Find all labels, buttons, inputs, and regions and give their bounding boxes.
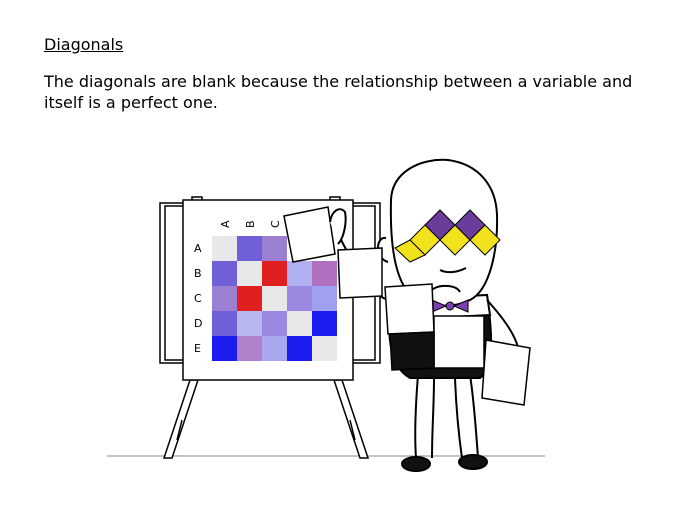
bowtie	[431, 299, 469, 313]
heatmap-row-label: D	[194, 317, 202, 330]
heatmap-cell	[212, 286, 237, 311]
heatmap-cell	[237, 236, 262, 261]
heatmap-column-label: C	[269, 220, 282, 228]
left-shoe	[401, 456, 431, 472]
heatmap-row-label: B	[194, 267, 202, 280]
heatmap-cell	[237, 261, 262, 286]
heatmap-cell	[237, 336, 262, 361]
heatmap-cell	[312, 286, 337, 311]
heatmap-cell	[312, 311, 337, 336]
heatmap-cell	[212, 336, 237, 361]
heatmap-cell	[312, 336, 337, 361]
heatmap-row-label: C	[194, 292, 202, 305]
heatmap-cell	[237, 286, 262, 311]
heatmap-cell	[287, 311, 312, 336]
heatmap-row-label: A	[194, 242, 202, 255]
heatmap-cell	[212, 236, 237, 261]
heatmap-cell	[287, 261, 312, 286]
heatmap-cell	[237, 311, 262, 336]
heatmap-cell	[212, 261, 237, 286]
right-shoe	[458, 454, 488, 470]
heatmap-cell	[212, 311, 237, 336]
heatmap-cell	[262, 286, 287, 311]
heatmap-cell	[287, 336, 312, 361]
illustration: ABCDE ABC	[107, 158, 545, 472]
heatmap-column-label: B	[244, 220, 257, 228]
heatmap-cell	[287, 286, 312, 311]
heatmap-cell	[262, 311, 287, 336]
heatmap-cell	[262, 236, 287, 261]
heatmap-column-label: A	[219, 220, 232, 228]
heatmap-cell	[262, 336, 287, 361]
heatmap-cell	[262, 261, 287, 286]
heatmap-row-label: E	[194, 342, 201, 355]
heatmap-cell	[312, 261, 337, 286]
